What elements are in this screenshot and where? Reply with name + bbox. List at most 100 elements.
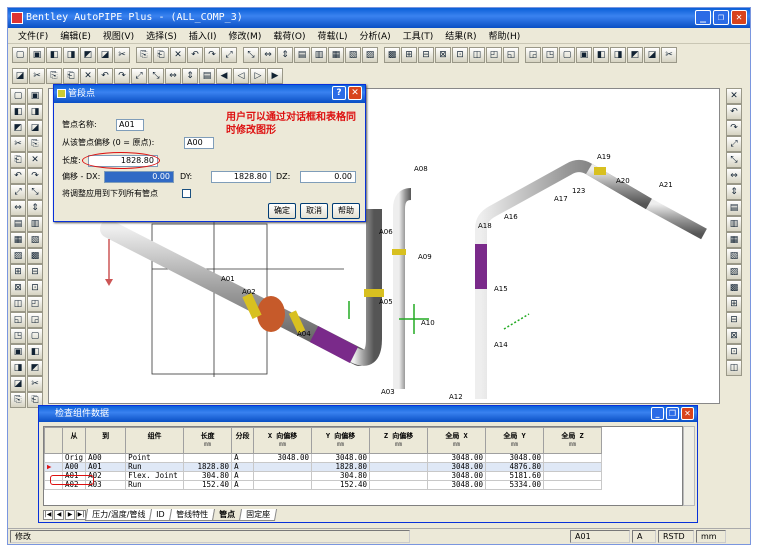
toolbar-button-2[interactable]: ▣ xyxy=(29,47,45,63)
table-cell[interactable]: 152.40 xyxy=(311,480,371,490)
toolbar-button-30[interactable]: ◲ xyxy=(525,47,541,63)
table-cell[interactable]: 152.40 xyxy=(183,480,233,490)
right-tool-12[interactable]: ▨ xyxy=(726,264,742,280)
left-tool-9[interactable]: ⎗ xyxy=(10,152,26,168)
tab-1[interactable]: 压力/温度/管线 xyxy=(84,509,153,521)
left-tool-8[interactable]: ⎘ xyxy=(27,136,43,152)
left-tool-1[interactable]: ▢ xyxy=(10,88,26,104)
view-toolbar-button-16[interactable]: ▶ xyxy=(267,68,283,84)
right-tool-5[interactable]: ⤡ xyxy=(726,152,742,168)
toolbar-button-34[interactable]: ◧ xyxy=(593,47,609,63)
left-tool-6[interactable]: ◪ xyxy=(27,120,43,136)
column-header[interactable]: Z 向偏移 mm xyxy=(369,427,429,454)
column-header[interactable]: 全局 Zmm xyxy=(543,427,603,454)
dz-field[interactable]: 0.00 xyxy=(300,171,356,183)
left-tool-33[interactable]: ▣ xyxy=(10,344,26,360)
left-tool-25[interactable]: ⊠ xyxy=(10,280,26,296)
right-tool-13[interactable]: ▩ xyxy=(726,280,742,296)
view-toolbar-button-7[interactable]: ↷ xyxy=(114,68,130,84)
help-button[interactable]: 帮助 xyxy=(332,203,360,219)
left-tool-13[interactable]: ⤢ xyxy=(10,184,26,200)
toolbar-button-9[interactable]: ⎗ xyxy=(153,47,169,63)
component-data-window[interactable]: 检查组件数据 _ ❐ ✕ 从到组件 长度 mm 分段 X 向偏移 mm Y 向偏移 mm Z 向… xyxy=(38,405,698,523)
table-cell[interactable]: 5334.00 xyxy=(485,480,545,490)
point-dialog[interactable]: 管段点 ? ✕ 管点名称: A01 从该管点偏移 (0 = 原点): A00 长… xyxy=(53,84,366,222)
left-tool-20[interactable]: ▧ xyxy=(27,232,43,248)
view-toolbar-button-5[interactable]: ✕ xyxy=(80,68,96,84)
left-tool-28[interactable]: ◰ xyxy=(27,296,43,312)
tab-5[interactable]: 固定座 xyxy=(238,509,277,521)
left-tool-22[interactable]: ▩ xyxy=(27,248,43,264)
left-tool-21[interactable]: ▨ xyxy=(10,248,26,264)
right-tool-14[interactable]: ⊞ xyxy=(726,296,742,312)
toolbar-button-18[interactable]: ▥ xyxy=(311,47,327,63)
left-tool-36[interactable]: ◩ xyxy=(27,360,43,376)
left-tool-11[interactable]: ↶ xyxy=(10,168,26,184)
close-button[interactable]: ✕ xyxy=(731,10,747,25)
view-toolbar-button-9[interactable]: ⤡ xyxy=(148,68,164,84)
minimize-button[interactable]: _ xyxy=(695,10,711,25)
left-tool-34[interactable]: ◧ xyxy=(27,344,43,360)
toolbar-button-35[interactable]: ◨ xyxy=(610,47,626,63)
menu-modify[interactable]: 修改(M) xyxy=(223,29,268,42)
toolbar-button-13[interactable]: ⤢ xyxy=(221,47,237,63)
left-tool-10[interactable]: ✕ xyxy=(27,152,43,168)
column-header[interactable]: 组件 xyxy=(125,427,185,454)
toolbar-button-28[interactable]: ◰ xyxy=(486,47,502,63)
table-cell[interactable] xyxy=(543,453,603,463)
toolbar-button-1[interactable]: ▢ xyxy=(12,47,28,63)
toolbar-button-20[interactable]: ▧ xyxy=(345,47,361,63)
menu-file[interactable]: 文件(F) xyxy=(12,29,54,42)
table-cell[interactable] xyxy=(253,462,313,472)
toolbar-button-27[interactable]: ◫ xyxy=(469,47,485,63)
view-toolbar-button-10[interactable]: ⇔ xyxy=(165,68,181,84)
table-minimize-button[interactable]: _ xyxy=(651,407,664,420)
restore-button[interactable]: ❐ xyxy=(713,10,729,25)
column-header[interactable]: 长度 mm xyxy=(183,427,233,454)
view-toolbar-button-12[interactable]: ▤ xyxy=(199,68,215,84)
toolbar-button-25[interactable]: ⊠ xyxy=(435,47,451,63)
left-tool-7[interactable]: ✂ xyxy=(10,136,26,152)
right-tool-10[interactable]: ▦ xyxy=(726,232,742,248)
view-toolbar-button-1[interactable]: ◪ xyxy=(12,68,28,84)
toolbar-button-33[interactable]: ▣ xyxy=(576,47,592,63)
toolbar-button-31[interactable]: ◳ xyxy=(542,47,558,63)
menu-view[interactable]: 视图(V) xyxy=(97,29,140,42)
view-toolbar-button-15[interactable]: ▷ xyxy=(250,68,266,84)
dialog-help-button[interactable]: ? xyxy=(332,86,346,100)
left-tool-4[interactable]: ◨ xyxy=(27,104,43,120)
column-header[interactable]: 从 xyxy=(61,427,87,454)
right-tool-6[interactable]: ⇔ xyxy=(726,168,742,184)
toolbar-button-26[interactable]: ⊡ xyxy=(452,47,468,63)
right-tool-8[interactable]: ▤ xyxy=(726,200,742,216)
right-tool-11[interactable]: ▧ xyxy=(726,248,742,264)
toolbar-button-12[interactable]: ↷ xyxy=(204,47,220,63)
table-scrollbar[interactable] xyxy=(683,426,695,506)
apply-checkbox[interactable] xyxy=(182,189,191,198)
menu-select[interactable]: 选择(S) xyxy=(140,29,183,42)
left-tool-32[interactable]: ▢ xyxy=(27,328,43,344)
column-header[interactable]: 全局 Ymm xyxy=(485,427,545,454)
dy-field[interactable]: 1828.80 xyxy=(211,171,271,183)
right-tool-16[interactable]: ⊠ xyxy=(726,328,742,344)
cancel-button[interactable]: 取消 xyxy=(300,203,328,219)
toolbar-button-14[interactable]: ⤡ xyxy=(243,47,259,63)
column-header[interactable]: Y 向偏移 mm xyxy=(311,427,371,454)
toolbar-button-10[interactable]: ✕ xyxy=(170,47,186,63)
toolbar-button-17[interactable]: ▤ xyxy=(294,47,310,63)
toolbar-button-32[interactable]: ▢ xyxy=(559,47,575,63)
table-restore-button[interactable]: ❐ xyxy=(666,407,679,420)
table-row[interactable]: A02 A03 Run 152.40 A 152.40 3048.00 5334.00 xyxy=(44,480,603,490)
toolbar-button-38[interactable]: ✂ xyxy=(661,47,677,63)
view-toolbar-button-2[interactable]: ✂ xyxy=(29,68,45,84)
toolbar-button-15[interactable]: ⇔ xyxy=(260,47,276,63)
menu-help[interactable]: 帮助(H) xyxy=(483,29,527,42)
menu-analyze[interactable]: 分析(A) xyxy=(354,29,397,42)
table-cell[interactable]: 3048.00 xyxy=(253,453,313,463)
pipe-riser-2[interactable] xyxy=(393,188,412,389)
column-header[interactable]: 分段 xyxy=(231,427,255,454)
tab-next-button[interactable]: ▶ xyxy=(65,510,75,520)
left-tool-30[interactable]: ◲ xyxy=(27,312,43,328)
dx-field[interactable]: 0.00 xyxy=(104,171,174,183)
left-tool-3[interactable]: ◧ xyxy=(10,104,26,120)
